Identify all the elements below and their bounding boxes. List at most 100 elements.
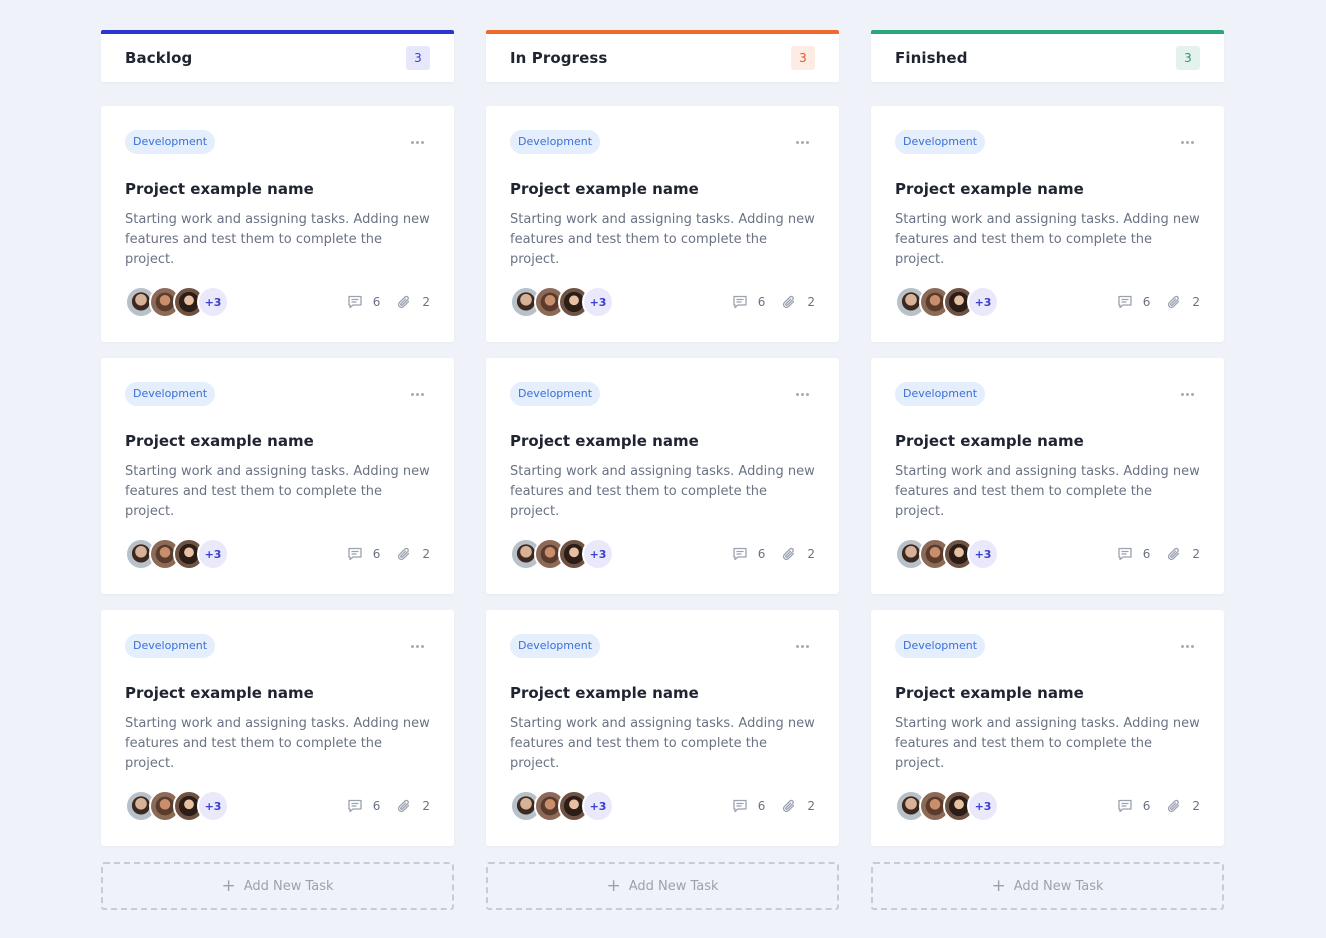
paperclip-icon bbox=[1168, 799, 1180, 813]
add-task-label: Add New Task bbox=[1013, 878, 1104, 894]
add-task-label: Add New Task bbox=[243, 878, 334, 894]
task-description: Starting work and assigning tasks. Addin… bbox=[125, 464, 430, 519]
comments-count[interactable]: 6 bbox=[347, 294, 380, 310]
more-members-badge[interactable]: +3 bbox=[967, 286, 999, 318]
category-tag[interactable]: Development bbox=[125, 130, 216, 154]
more-members-badge[interactable]: +3 bbox=[197, 790, 229, 822]
plus-icon: + bbox=[606, 875, 621, 896]
task-title: Project example name bbox=[895, 432, 1084, 450]
member-avatars[interactable]: +3 bbox=[125, 790, 229, 822]
kanban-board: Backlog 3 Development Project example na… bbox=[101, 30, 1224, 910]
comments-count[interactable]: 6 bbox=[1117, 546, 1150, 562]
add-task-label: Add New Task bbox=[628, 878, 719, 894]
more-horizontal-icon[interactable] bbox=[405, 137, 430, 148]
plus-icon: + bbox=[221, 875, 236, 896]
category-tag[interactable]: Development bbox=[510, 130, 601, 154]
column-header: In Progress 3 bbox=[486, 30, 839, 82]
attachments-count[interactable]: 2 bbox=[1166, 294, 1200, 310]
more-horizontal-icon[interactable] bbox=[1175, 137, 1200, 148]
category-tag[interactable]: Development bbox=[895, 130, 986, 154]
category-tag[interactable]: Development bbox=[125, 634, 216, 658]
task-card[interactable]: Development Project example name Startin… bbox=[871, 358, 1224, 594]
comments-count[interactable]: 6 bbox=[1117, 798, 1150, 814]
more-members-badge[interactable]: +3 bbox=[197, 286, 229, 318]
comment-icon bbox=[733, 799, 747, 813]
category-tag[interactable]: Development bbox=[895, 634, 986, 658]
attachments-count[interactable]: 2 bbox=[781, 294, 815, 310]
more-members-badge[interactable]: +3 bbox=[582, 286, 614, 318]
member-avatars[interactable]: +3 bbox=[510, 790, 614, 822]
more-members-badge[interactable]: +3 bbox=[967, 790, 999, 822]
comment-icon bbox=[1118, 295, 1132, 309]
member-avatars[interactable]: +3 bbox=[125, 538, 229, 570]
attachments-count[interactable]: 2 bbox=[781, 546, 815, 562]
task-description: Starting work and assigning tasks. Addin… bbox=[895, 716, 1200, 771]
paperclip-icon bbox=[398, 295, 410, 309]
comments-count[interactable]: 6 bbox=[347, 798, 380, 814]
more-horizontal-icon[interactable] bbox=[405, 641, 430, 652]
task-title: Project example name bbox=[510, 432, 699, 450]
task-title: Project example name bbox=[895, 180, 1084, 198]
more-members-badge[interactable]: +3 bbox=[197, 538, 229, 570]
comment-icon bbox=[348, 799, 362, 813]
attachments-count[interactable]: 2 bbox=[396, 546, 430, 562]
comments-count[interactable]: 6 bbox=[732, 798, 765, 814]
more-horizontal-icon[interactable] bbox=[1175, 641, 1200, 652]
task-card[interactable]: Development Project example name Startin… bbox=[871, 106, 1224, 342]
attachments-count[interactable]: 2 bbox=[1166, 546, 1200, 562]
task-count-badge: 3 bbox=[791, 46, 815, 70]
comment-icon bbox=[733, 547, 747, 561]
category-tag[interactable]: Development bbox=[895, 382, 986, 406]
more-horizontal-icon[interactable] bbox=[405, 389, 430, 400]
paperclip-icon bbox=[783, 799, 795, 813]
comment-icon bbox=[733, 295, 747, 309]
column-header: Finished 3 bbox=[871, 30, 1224, 82]
task-count-badge: 3 bbox=[1176, 46, 1200, 70]
more-horizontal-icon[interactable] bbox=[790, 641, 815, 652]
category-tag[interactable]: Development bbox=[510, 634, 601, 658]
task-description: Starting work and assigning tasks. Addin… bbox=[510, 716, 815, 771]
member-avatars[interactable]: +3 bbox=[895, 286, 999, 318]
task-title: Project example name bbox=[510, 180, 699, 198]
task-card[interactable]: Development Project example name Startin… bbox=[871, 610, 1224, 846]
more-members-badge[interactable]: +3 bbox=[967, 538, 999, 570]
comments-count[interactable]: 6 bbox=[732, 546, 765, 562]
member-avatars[interactable]: +3 bbox=[125, 286, 229, 318]
task-description: Starting work and assigning tasks. Addin… bbox=[895, 212, 1200, 267]
more-horizontal-icon[interactable] bbox=[1175, 389, 1200, 400]
add-new-task-button[interactable]: + Add New Task bbox=[486, 862, 839, 910]
task-card[interactable]: Development Project example name Startin… bbox=[486, 610, 839, 846]
attachments-count[interactable]: 2 bbox=[396, 798, 430, 814]
comments-count[interactable]: 6 bbox=[1117, 294, 1150, 310]
task-card[interactable]: Development Project example name Startin… bbox=[101, 610, 454, 846]
attachments-count[interactable]: 2 bbox=[1166, 798, 1200, 814]
plus-icon: + bbox=[991, 875, 1006, 896]
member-avatars[interactable]: +3 bbox=[510, 538, 614, 570]
task-title: Project example name bbox=[510, 684, 699, 702]
add-new-task-button[interactable]: + Add New Task bbox=[871, 862, 1224, 910]
comment-icon bbox=[1118, 799, 1132, 813]
task-card[interactable]: Development Project example name Startin… bbox=[486, 358, 839, 594]
add-new-task-button[interactable]: + Add New Task bbox=[101, 862, 454, 910]
more-horizontal-icon[interactable] bbox=[790, 137, 815, 148]
attachments-count[interactable]: 2 bbox=[781, 798, 815, 814]
task-card[interactable]: Development Project example name Startin… bbox=[101, 358, 454, 594]
comments-count[interactable]: 6 bbox=[732, 294, 765, 310]
task-card[interactable]: Development Project example name Startin… bbox=[486, 106, 839, 342]
comments-count[interactable]: 6 bbox=[347, 546, 380, 562]
member-avatars[interactable]: +3 bbox=[895, 538, 999, 570]
more-members-badge[interactable]: +3 bbox=[582, 790, 614, 822]
task-description: Starting work and assigning tasks. Addin… bbox=[895, 464, 1200, 519]
more-horizontal-icon[interactable] bbox=[790, 389, 815, 400]
task-description: Starting work and assigning tasks. Addin… bbox=[510, 464, 815, 519]
member-avatars[interactable]: +3 bbox=[895, 790, 999, 822]
column-in-progress: In Progress 3 Development Project exampl… bbox=[486, 30, 839, 910]
member-avatars[interactable]: +3 bbox=[510, 286, 614, 318]
category-tag[interactable]: Development bbox=[510, 382, 601, 406]
attachments-count[interactable]: 2 bbox=[396, 294, 430, 310]
more-members-badge[interactable]: +3 bbox=[582, 538, 614, 570]
task-card[interactable]: Development Project example name Startin… bbox=[101, 106, 454, 342]
category-tag[interactable]: Development bbox=[125, 382, 216, 406]
column-finished: Finished 3 Development Project example n… bbox=[871, 30, 1224, 910]
task-description: Starting work and assigning tasks. Addin… bbox=[510, 212, 815, 267]
